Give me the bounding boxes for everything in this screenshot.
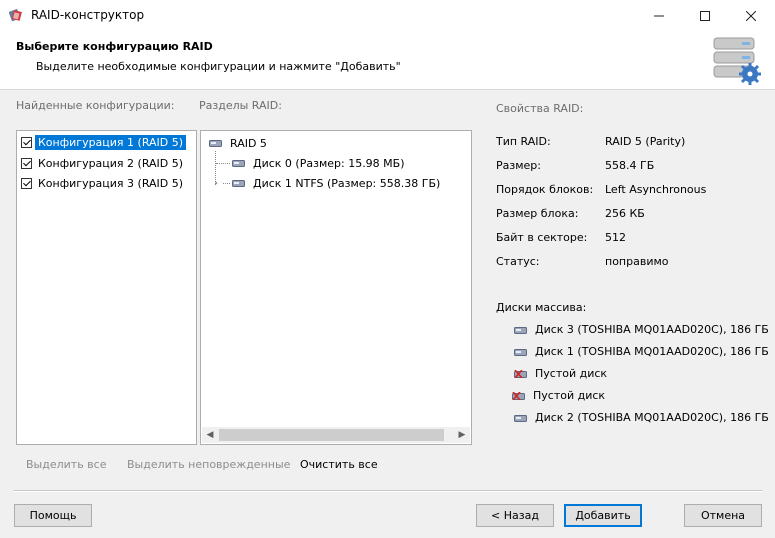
help-button[interactable]: Помощь (14, 504, 92, 527)
array-disk-label: Диск 3 (TOSHIBA MQ01AAD020C), 186 ГБ (535, 323, 769, 336)
wizard-header: Выберите конфигурацию RAID Выделите необ… (0, 31, 775, 90)
scroll-left-icon[interactable]: ◀ (202, 427, 218, 443)
minimize-button[interactable] (636, 0, 682, 31)
config-label: Конфигурация 1 (RAID 5) (35, 135, 187, 150)
config-item[interactable]: Конфигурация 2 (RAID 5) (19, 154, 186, 173)
array-disk-item: Диск 3 (TOSHIBA MQ01AAD020C), 186 ГБ (514, 323, 769, 336)
config-checkbox[interactable] (21, 137, 32, 148)
array-disk-item: Диск 1 (TOSHIBA MQ01AAD020C), 186 ГБ (514, 345, 769, 358)
tree-child-label: Диск 1 NTFS (Размер: 558.38 ГБ) (253, 176, 441, 190)
close-button[interactable] (728, 0, 774, 31)
tree-node-raid[interactable]: RAID 5 (209, 134, 267, 152)
prop-value: RAID 5 (Parity) (605, 135, 686, 148)
partitions-tree[interactable]: RAID 5 Диск 0 (Размер: 15.98 МБ) › Диск … (200, 130, 472, 445)
select-intact-link[interactable]: Выделить неповрежденные (127, 458, 290, 471)
prop-value: Left Asynchronous (605, 183, 707, 196)
disk-icon (232, 160, 245, 167)
cancel-button[interactable]: Отмена (684, 504, 762, 527)
empty-disk-icon (512, 391, 525, 400)
array-disk-label: Пустой диск (533, 389, 606, 402)
raid-builder-window: RAID-конструктор Выберите конфигурацию R… (0, 0, 775, 538)
add-button[interactable]: Добавить (564, 504, 642, 527)
back-button[interactable]: < Назад (476, 504, 554, 527)
disk-icon (514, 414, 527, 422)
prop-value: 558.4 ГБ (605, 159, 655, 172)
prop-key: Размер блока: (496, 207, 579, 220)
array-disk-item: Пустой диск (512, 389, 605, 402)
array-disk-item: Диск 2 (TOSHIBA MQ01AAD020C), 186 ГБ (514, 411, 769, 424)
raid-properties-label: Свойства RAID: (496, 102, 584, 115)
config-checkbox[interactable] (21, 158, 32, 169)
config-label: Конфигурация 3 (RAID 5) (38, 177, 184, 190)
prop-value: 512 (605, 231, 626, 244)
prop-key: Тип RAID: (496, 135, 551, 148)
tree-child-label: Диск 0 (Размер: 15.98 МБ) (253, 156, 405, 170)
prop-key: Статус: (496, 255, 540, 268)
window-title: RAID-конструктор (31, 8, 145, 22)
found-configs-label: Найденные конфигурации: (16, 99, 175, 112)
prop-key: Байт в секторе: (496, 231, 588, 244)
raid-server-icon (713, 37, 761, 85)
close-icon (746, 10, 756, 21)
disk-icon (514, 348, 527, 356)
raid-partitions-label: Разделы RAID: (199, 99, 282, 112)
scroll-right-icon[interactable]: ▶ (454, 427, 470, 443)
select-all-link[interactable]: Выделить все (26, 458, 106, 471)
prop-key: Порядок блоков: (496, 183, 594, 196)
disk-icon (514, 326, 527, 334)
configs-list[interactable]: Конфигурация 1 (RAID 5) Конфигурация 2 (… (16, 130, 197, 445)
array-disk-label: Диск 1 (TOSHIBA MQ01AAD020C), 186 ГБ (535, 345, 769, 358)
config-label: Конфигурация 2 (RAID 5) (38, 157, 184, 170)
scroll-thumb[interactable] (219, 429, 444, 441)
title-bar: RAID-конструктор (0, 0, 775, 31)
footer-separator (14, 490, 762, 492)
array-disk-label: Пустой диск (535, 367, 608, 380)
prop-value: 256 КБ (605, 207, 645, 220)
clear-all-link[interactable]: Очистить все (300, 458, 378, 471)
tree-line (216, 163, 230, 164)
raid-disk-icon (209, 140, 222, 147)
array-disk-item: Пустой диск (514, 367, 607, 380)
maximize-icon (700, 10, 710, 21)
array-disks-label: Диски массива: (496, 301, 587, 314)
header-subtitle: Выделите необходимые конфигурации и нажм… (36, 60, 401, 73)
prop-value: поправимо (605, 255, 669, 268)
app-icon (9, 8, 22, 22)
tree-node-disk0[interactable]: Диск 0 (Размер: 15.98 МБ) (232, 154, 405, 172)
config-checkbox[interactable] (21, 178, 32, 189)
tree-root-label: RAID 5 (230, 136, 267, 150)
prop-key: Размер: (496, 159, 541, 172)
config-item[interactable]: Конфигурация 1 (RAID 5) (19, 133, 187, 152)
expand-chevron-icon[interactable]: › (209, 174, 223, 192)
header-title: Выберите конфигурацию RAID (16, 40, 213, 53)
tree-node-disk1[interactable]: Диск 1 NTFS (Размер: 558.38 ГБ) (232, 174, 440, 192)
array-disk-label: Диск 2 (TOSHIBA MQ01AAD020C), 186 ГБ (535, 411, 769, 424)
horizontal-scrollbar[interactable]: ◀ ▶ (202, 427, 470, 443)
tree-line (223, 183, 230, 184)
minimize-icon (654, 15, 664, 16)
empty-disk-icon (514, 369, 527, 378)
disk-icon (232, 180, 245, 187)
config-item[interactable]: Конфигурация 3 (RAID 5) (19, 174, 186, 193)
maximize-button[interactable] (682, 0, 728, 31)
